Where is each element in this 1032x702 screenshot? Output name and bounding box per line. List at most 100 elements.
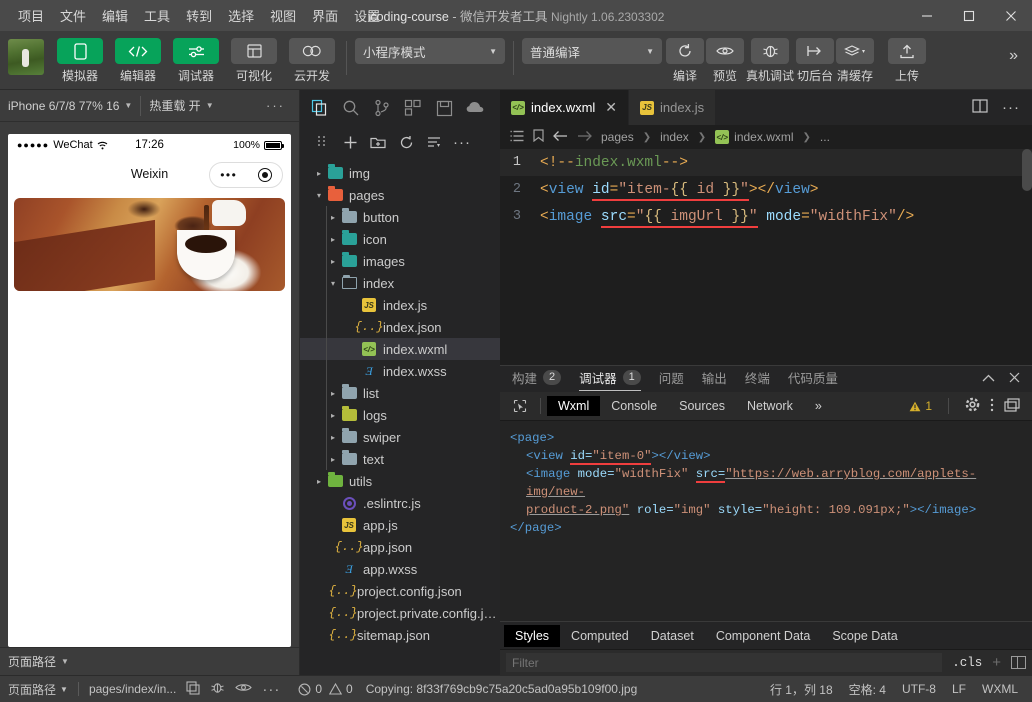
tree-node-logs[interactable]: ▸ logs [300,404,500,426]
tree-node-app-wxss[interactable]: ▸ Ǝ app.wxss [300,558,500,580]
devtools-tab-console[interactable]: Console [600,396,668,416]
devtools-tab-overflow[interactable]: » [804,396,833,416]
breadcrumb-file[interactable]: </> index.wxml [715,130,794,144]
hotreload-select[interactable]: 热重载 开 ▼ [141,90,221,121]
panel-tab-debugger[interactable]: 调试器 1 [579,368,641,391]
upload-button[interactable]: 上传 [888,31,927,84]
background-button[interactable]: 切后台 [796,31,835,84]
panel-tab-build[interactable]: 构建 2 [512,368,562,390]
menu-item-more[interactable]: ... [388,4,415,27]
toolbar-visual-button[interactable]: 可视化 [228,31,280,84]
error-count-item[interactable]: 0 [298,682,322,696]
tree-node-sitemap[interactable]: ▸ {..} sitemap.json [300,624,500,646]
tree-node-text[interactable]: ▸ text [300,448,500,470]
tab-index-wxml[interactable]: </> index.wxml ✕ [500,90,630,125]
toolbar-simulator-button[interactable]: 模拟器 [54,31,106,84]
tree-node-pages[interactable]: ▾ pages [300,184,500,206]
dock-icon[interactable] [1004,397,1020,415]
code-editor[interactable]: 1 <!--index.wxml--> 2 <view id="item-{{ … [500,149,1032,365]
compile-select[interactable]: 普通编译 ▼ [522,38,662,64]
tree-node-index-wxss[interactable]: ▸ Ǝ index.wxss [300,360,500,382]
styles-tab-dataset[interactable]: Dataset [640,625,705,647]
menu-item-file[interactable]: 文件 [52,2,94,29]
real-device-debug-button[interactable]: 真机调试 [746,31,794,84]
bug-icon[interactable] [210,681,225,698]
collapse-branch-icon[interactable] [310,130,334,154]
close-button[interactable] [990,0,1032,31]
panel-tab-output[interactable]: 输出 [702,368,727,390]
close-panel-icon[interactable] [1009,372,1020,386]
bookmark-icon[interactable] [533,129,544,145]
toolbar-overflow-button[interactable]: » [1009,47,1018,65]
eol[interactable]: LF [952,682,966,696]
tree-node-index-json[interactable]: ▸ {..} index.json [300,316,500,338]
tree-node-list[interactable]: ▸ list [300,382,500,404]
tree-node-eslintrc[interactable]: ▸ .eslintrc.js [300,492,500,514]
tree-node-index-js[interactable]: ▸ JS index.js [300,294,500,316]
breadcrumb-more[interactable]: ... [820,130,830,144]
encoding[interactable]: UTF-8 [902,682,936,696]
back-icon[interactable] [553,130,568,145]
mode-select[interactable]: 小程序模式 ▼ [355,38,505,64]
menu-item-view[interactable]: 视图 [262,2,304,29]
toolbar-debugger-button[interactable]: 调试器 [170,31,222,84]
menu-item-goto[interactable]: 转到 [178,2,220,29]
tree-node-index-folder[interactable]: ▾ index [300,272,500,294]
clear-cache-button[interactable]: 清缓存 [836,31,875,84]
cloud-debug-icon[interactable] [461,94,489,122]
maximize-button[interactable] [948,0,990,31]
editor-scrollbar[interactable] [1022,149,1032,191]
simulator-page-path-select[interactable]: 页面路径 ▼ [8,653,69,670]
styles-tab-component-data[interactable]: Component Data [705,625,822,647]
panel-tab-problems[interactable]: 问题 [659,368,684,390]
styles-tab-computed[interactable]: Computed [560,625,640,647]
status-page-path-select[interactable]: 页面路径 ▼ [8,681,68,698]
tree-node-index-wxml[interactable]: ▸ </> index.wxml [300,338,500,360]
menu-item-select[interactable]: 选择 [220,2,262,29]
devtools-tab-wxml[interactable]: Wxml [547,396,601,416]
warning-count-item[interactable]: 0 [329,682,353,696]
kebab-menu-icon[interactable] [990,398,994,415]
tab-index-js[interactable]: JS index.js [629,90,717,125]
forward-icon[interactable] [577,130,592,145]
tree-node-app-js[interactable]: ▸ JS app.js [300,514,500,536]
collapse-all-icon[interactable] [422,130,446,154]
refresh-icon[interactable] [394,130,418,154]
toolbar-cloud-button[interactable]: 云开发 [286,31,338,84]
warning-indicator[interactable]: 1 [909,399,932,413]
explorer-more-icon[interactable]: ··· [450,130,474,154]
avatar[interactable] [8,39,44,75]
menu-item-settings[interactable]: 设置 [346,2,388,29]
menu-item-tools[interactable]: 工具 [136,2,178,29]
settings-gear-icon[interactable] [965,397,980,415]
minimize-button[interactable] [906,0,948,31]
tab-close-icon[interactable]: ✕ [605,99,617,116]
device-select[interactable]: iPhone 6/7/8 77% 16 ▼ [0,90,140,121]
copy-icon[interactable] [186,680,200,698]
tree-node-img[interactable]: ▸ img [300,162,500,184]
toolbar-editor-button[interactable]: 编辑器 [112,31,164,84]
compile-button[interactable]: 编译 [666,31,704,84]
extensions-icon[interactable] [399,94,427,122]
editor-more-icon[interactable]: ··· [1002,99,1020,116]
indentation[interactable]: 空格: 4 [849,681,886,698]
tree-node-button[interactable]: ▸ button [300,206,500,228]
status-more-icon[interactable]: ··· [262,681,280,698]
cursor-position[interactable]: 行 1，列 18 [770,681,833,698]
wxml-dom-tree[interactable]: <page> <view id="item-0"></view> <image … [500,421,1032,621]
simulator-more-button[interactable]: ··· [266,98,299,113]
menu-item-project[interactable]: 项目 [10,2,52,29]
menu-item-interface[interactable]: 界面 [304,2,346,29]
collapse-panel-icon[interactable] [982,372,995,386]
cls-button[interactable]: .cls [952,656,982,670]
tree-node-icon[interactable]: ▸ icon [300,228,500,250]
new-file-icon[interactable] [338,130,362,154]
devtools-tab-network[interactable]: Network [736,396,804,416]
source-control-icon[interactable] [368,94,396,122]
tree-node-project-config[interactable]: ▸ {..} project.config.json [300,580,500,602]
breadcrumb-pages[interactable]: pages [601,130,634,144]
styles-tab-scope-data[interactable]: Scope Data [821,625,908,647]
new-folder-icon[interactable] [366,130,390,154]
language-mode[interactable]: WXML [982,682,1018,696]
toggle-sidebar-icon[interactable] [1011,656,1026,669]
